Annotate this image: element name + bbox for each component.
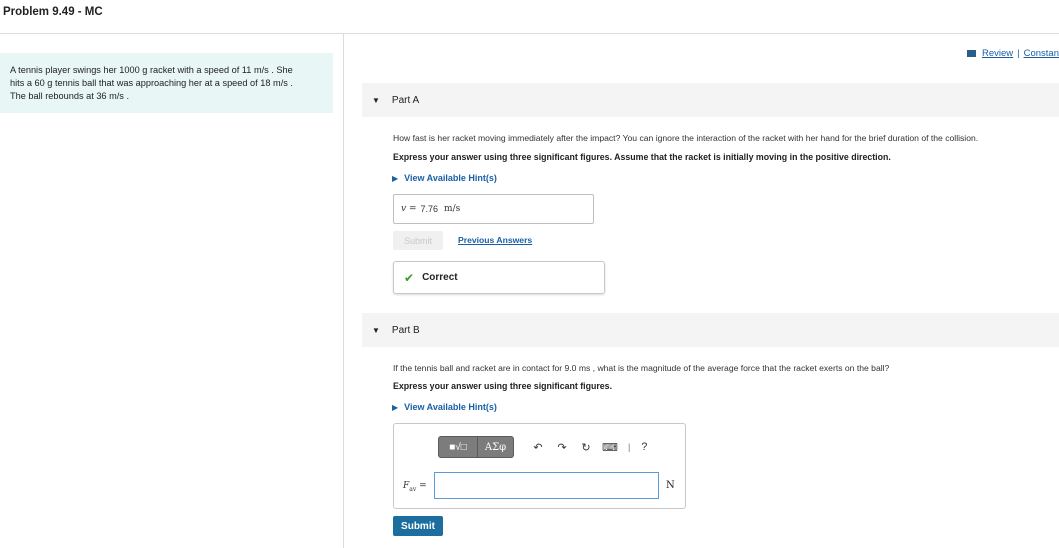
review-constants-links: Review | Constan xyxy=(966,48,1059,59)
fraction-radical-button[interactable]: ■√□ xyxy=(438,436,478,458)
math-toolbar: ■√□ ΑΣφ ↶ ↷ ↻ ⌨ | ? xyxy=(438,436,654,458)
part-a-header[interactable]: ▼ Part A xyxy=(362,83,1059,117)
problem-line-3: The ball rebounds at 36 m/s . xyxy=(10,91,129,101)
part-a-answer-field: v = 7.76 m/s xyxy=(393,194,594,224)
force-answer-input[interactable] xyxy=(434,472,659,499)
part-a-hint-toggle[interactable]: ▶ View Available Hint(s) xyxy=(392,173,497,183)
column-divider xyxy=(343,34,344,548)
checkmark-icon: ✔ xyxy=(404,270,415,285)
force-subscript: av xyxy=(409,485,417,493)
equals-sign: = xyxy=(419,481,427,491)
caret-right-icon: ▶ xyxy=(392,173,399,183)
help-icon[interactable]: ? xyxy=(634,441,654,453)
keyboard-icon[interactable]: ⌨ xyxy=(600,441,620,454)
link-separator: | xyxy=(1017,48,1020,59)
constants-link[interactable]: Constan xyxy=(1024,48,1059,59)
math-answer-editor: ■√□ ΑΣφ ↶ ↷ ↻ ⌨ | ? Fav = N xyxy=(393,423,686,509)
answer-unit: m/s xyxy=(444,204,461,214)
answer-value: 7.76 xyxy=(420,204,439,214)
part-b-label: Part B xyxy=(391,324,420,336)
part-a-instruction: Express your answer using three signific… xyxy=(393,152,891,162)
redo-icon[interactable]: ↷ xyxy=(552,441,572,454)
toolbar-separator: | xyxy=(628,442,631,452)
problem-line-1: A tennis player swings her 1000 g racket… xyxy=(10,65,293,75)
part-b-hint-label: View Available Hint(s) xyxy=(404,402,497,412)
previous-answers-link[interactable]: Previous Answers xyxy=(458,235,532,245)
reset-icon[interactable]: ↻ xyxy=(576,441,596,454)
answer-variable: v = xyxy=(401,204,417,214)
part-a-hint-label: View Available Hint(s) xyxy=(404,173,497,183)
greek-symbols-button[interactable]: ΑΣφ xyxy=(478,436,514,458)
correct-feedback: ✔ Correct xyxy=(393,261,605,294)
caret-down-icon: ▼ xyxy=(372,95,380,105)
review-link[interactable]: Review xyxy=(982,48,1013,59)
part-b-question: If the tennis ball and racket are in con… xyxy=(393,363,890,373)
caret-down-icon: ▼ xyxy=(372,325,380,335)
part-b-header[interactable]: ▼ Part B xyxy=(362,313,1059,347)
part-b-instruction: Express your answer using three signific… xyxy=(393,381,613,391)
caret-right-icon: ▶ xyxy=(392,402,399,412)
correct-label: Correct xyxy=(422,272,458,283)
page-title: Problem 9.49 - MC xyxy=(3,6,103,18)
force-unit: N xyxy=(666,480,675,491)
part-a-question: How fast is her racket moving immediatel… xyxy=(393,133,979,143)
problem-line-2: hits a 60 g tennis ball that was approac… xyxy=(10,78,293,88)
book-icon xyxy=(966,50,976,57)
part-a-submit-button: Submit xyxy=(393,231,443,250)
header-divider xyxy=(0,33,1059,34)
part-b-hint-toggle[interactable]: ▶ View Available Hint(s) xyxy=(392,402,497,412)
problem-statement: A tennis player swings her 1000 g racket… xyxy=(0,53,333,113)
undo-icon[interactable]: ↶ xyxy=(528,441,548,454)
force-variable-label: Fav = xyxy=(403,481,427,493)
part-a-label: Part A xyxy=(391,94,420,106)
part-b-submit-button[interactable]: Submit xyxy=(393,516,443,536)
